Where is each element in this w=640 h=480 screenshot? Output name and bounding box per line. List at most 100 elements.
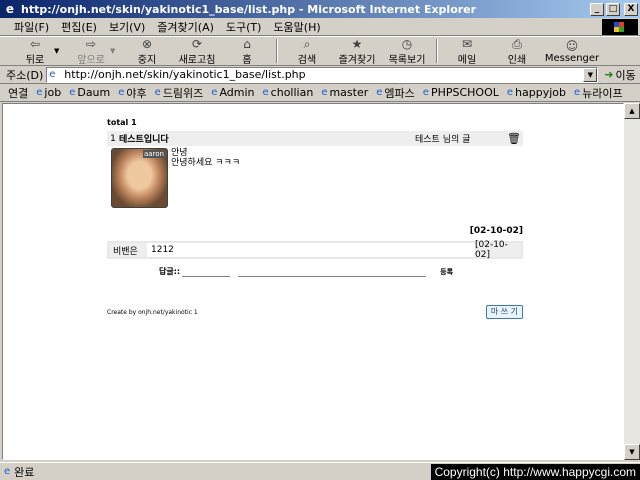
comment-date: [02-10-02] (475, 240, 521, 260)
total-count: total 1 (107, 118, 137, 127)
search-button[interactable]: ⌕ 검색 (282, 37, 332, 66)
link-page-icon: e (118, 87, 125, 98)
menu-view[interactable]: 보기(V) (103, 19, 151, 35)
stop-button[interactable]: ⊗ 중지 (122, 37, 172, 66)
link-page-icon: e (376, 87, 383, 98)
post-title[interactable]: 테스트입니다 (119, 132, 415, 145)
link-chollian[interactable]: e chollian (263, 86, 314, 99)
post-body: aaron 안녕 안녕하세요 ㅋㅋㅋ (107, 148, 523, 212)
board-footer: Create by onjh.net/yakinotic 1 마 쓰 기 (107, 305, 523, 319)
link-phpschool[interactable]: e PHPSCHOOL (423, 86, 499, 99)
page-done-icon: e (4, 466, 11, 477)
link-page-icon: e (422, 87, 429, 98)
post-line: 안녕 (171, 148, 188, 158)
favorites-button[interactable]: ★ 즐겨찾기 (332, 37, 382, 66)
address-url[interactable]: http://onjh.net/skin/yakinotic1_base/lis… (64, 68, 583, 81)
address-input[interactable]: e http://onjh.net/skin/yakinotic1_base/l… (46, 66, 599, 83)
link-happyjob[interactable]: e happyjob (507, 86, 566, 99)
link-page-icon: e (36, 87, 43, 98)
window-title: http://onjh.net/skin/yakinotic1_base/lis… (21, 2, 477, 16)
menu-tools[interactable]: 도구(T) (220, 19, 268, 35)
back-button[interactable]: ⇦ 뒤로 (10, 37, 60, 66)
reply-name-input[interactable] (182, 269, 231, 277)
copyright-banner: Copyright(c) http://www.happycgi.com (430, 464, 640, 480)
menu-help[interactable]: 도움말(H) (267, 19, 326, 35)
address-label: 주소(D) (6, 68, 44, 82)
link-empas[interactable]: e 엠파스 (376, 85, 415, 101)
avatar-tag: aaron (142, 150, 165, 158)
messenger-icon: ☺ (565, 38, 579, 53)
post-content: 안녕 안녕하세요 ㅋㅋㅋ (171, 148, 240, 212)
post-date: [02-10-02] (469, 226, 523, 236)
forward-dropdown-icon[interactable]: ▼ (110, 47, 118, 55)
home-button[interactable]: ⌂ 홈 (222, 37, 272, 66)
go-button[interactable]: ➜ 이동 (604, 67, 635, 83)
link-newlife[interactable]: e 뉴라이프 (574, 85, 623, 101)
write-button[interactable]: 마 쓰 기 (485, 305, 523, 319)
scroll-up-icon[interactable]: ▲ (624, 103, 640, 119)
page-viewport: total 1 1 테스트입니다 테스트 님의 글 🗑 aaron 안녕 안녕하… (2, 103, 624, 460)
forward-arrow-icon: ⇨ (85, 36, 97, 51)
toolbar-separator (436, 39, 438, 63)
trash-icon[interactable]: 🗑 (505, 132, 523, 145)
link-yahoo[interactable]: e 야후 (118, 85, 146, 101)
links-bar: 연결 e job e Daum e 야후 e 드림위즈 e Admin e chollian… (0, 84, 640, 102)
history-button[interactable]: ◷ 목록보기 (382, 37, 432, 66)
reply-submit-button[interactable]: 등록 (440, 267, 453, 277)
menu-file[interactable]: 파일(F) (8, 19, 55, 35)
comment-row: 비밴은 1212 [02-10-02] (107, 240, 523, 260)
address-dropdown-icon[interactable]: ▼ (583, 67, 598, 82)
print-button[interactable]: ⎙ 인쇄 (492, 37, 542, 66)
refresh-button[interactable]: ⟳ 새로고침 (172, 37, 222, 66)
stop-icon: ⊗ (141, 36, 153, 51)
link-job[interactable]: e job (36, 86, 61, 99)
board: total 1 1 테스트입니다 테스트 님의 글 🗑 aaron 안녕 안녕하… (107, 118, 523, 319)
go-arrow-icon: ➜ (604, 68, 614, 81)
comment-text: 1212 (151, 245, 174, 255)
post-number: 1 (110, 133, 116, 144)
menu-favorites[interactable]: 즐겨찾기(A) (151, 19, 220, 35)
search-icon: ⌕ (303, 36, 311, 51)
mail-button[interactable]: ✉ 메일 (442, 37, 492, 66)
link-page-icon: e (211, 87, 218, 98)
link-admin[interactable]: e Admin (211, 86, 254, 99)
forward-button[interactable]: ⇨ 앞으로 (66, 37, 116, 66)
link-page-icon: e (69, 87, 76, 98)
ie-logo-icon: e (5, 2, 15, 16)
link-dreamwiz[interactable]: e 드림위즈 (155, 85, 204, 101)
print-icon: ⎙ (512, 36, 522, 51)
links-label: 연결 (8, 86, 29, 100)
status-text: 완료 (14, 465, 35, 479)
link-page-icon: e (574, 87, 581, 98)
link-page-icon: e (506, 87, 514, 98)
messenger-button[interactable]: ☺ Messenger (542, 39, 602, 64)
reply-text-input[interactable] (238, 269, 427, 277)
toolbar-separator (276, 39, 278, 63)
avatar: aaron (111, 148, 168, 208)
link-page-icon: e (321, 87, 328, 98)
refresh-icon: ⟳ (191, 36, 203, 51)
minimize-button[interactable]: _ (590, 2, 604, 16)
menu-edit[interactable]: 편집(E) (55, 19, 103, 35)
home-icon: ⌂ (243, 36, 251, 51)
windows-logo-icon (602, 19, 638, 35)
link-page-icon: e (154, 87, 161, 98)
comment-author: 비밴은 (109, 243, 147, 257)
back-dropdown-icon[interactable]: ▼ (54, 47, 62, 55)
post-header: 1 테스트입니다 테스트 님의 글 🗑 (107, 131, 523, 146)
scroll-down-icon[interactable]: ▼ (624, 444, 640, 460)
link-daum[interactable]: e Daum (69, 86, 110, 99)
history-icon: ◷ (401, 36, 413, 51)
back-arrow-icon: ⇦ (29, 36, 41, 51)
close-button[interactable]: X (624, 2, 638, 16)
link-page-icon: e (262, 87, 269, 98)
maximize-button[interactable]: □ (606, 2, 620, 16)
menu-bar: 파일(F) 편집(E) 보기(V) 즐겨찾기(A) 도구(T) 도움말(H) (0, 18, 640, 36)
address-bar: 주소(D) e http://onjh.net/skin/yakinotic1_… (0, 66, 640, 84)
favorites-icon: ★ (351, 36, 363, 51)
link-master[interactable]: e master (321, 86, 368, 99)
title-bar: e http://onjh.net/skin/yakinotic1_base/l… (0, 0, 640, 18)
vertical-scrollbar[interactable]: ▲ ▼ (624, 103, 640, 460)
credit-text: Create by onjh.net/yakinotic 1 (107, 308, 198, 316)
standard-toolbar: ⇦ 뒤로 ▼ ⇨ 앞으로 ▼ ⊗ 중지 ⟳ 새로고침 ⌂ 홈 ⌕ 검색 ★ 즐겨… (0, 36, 640, 66)
